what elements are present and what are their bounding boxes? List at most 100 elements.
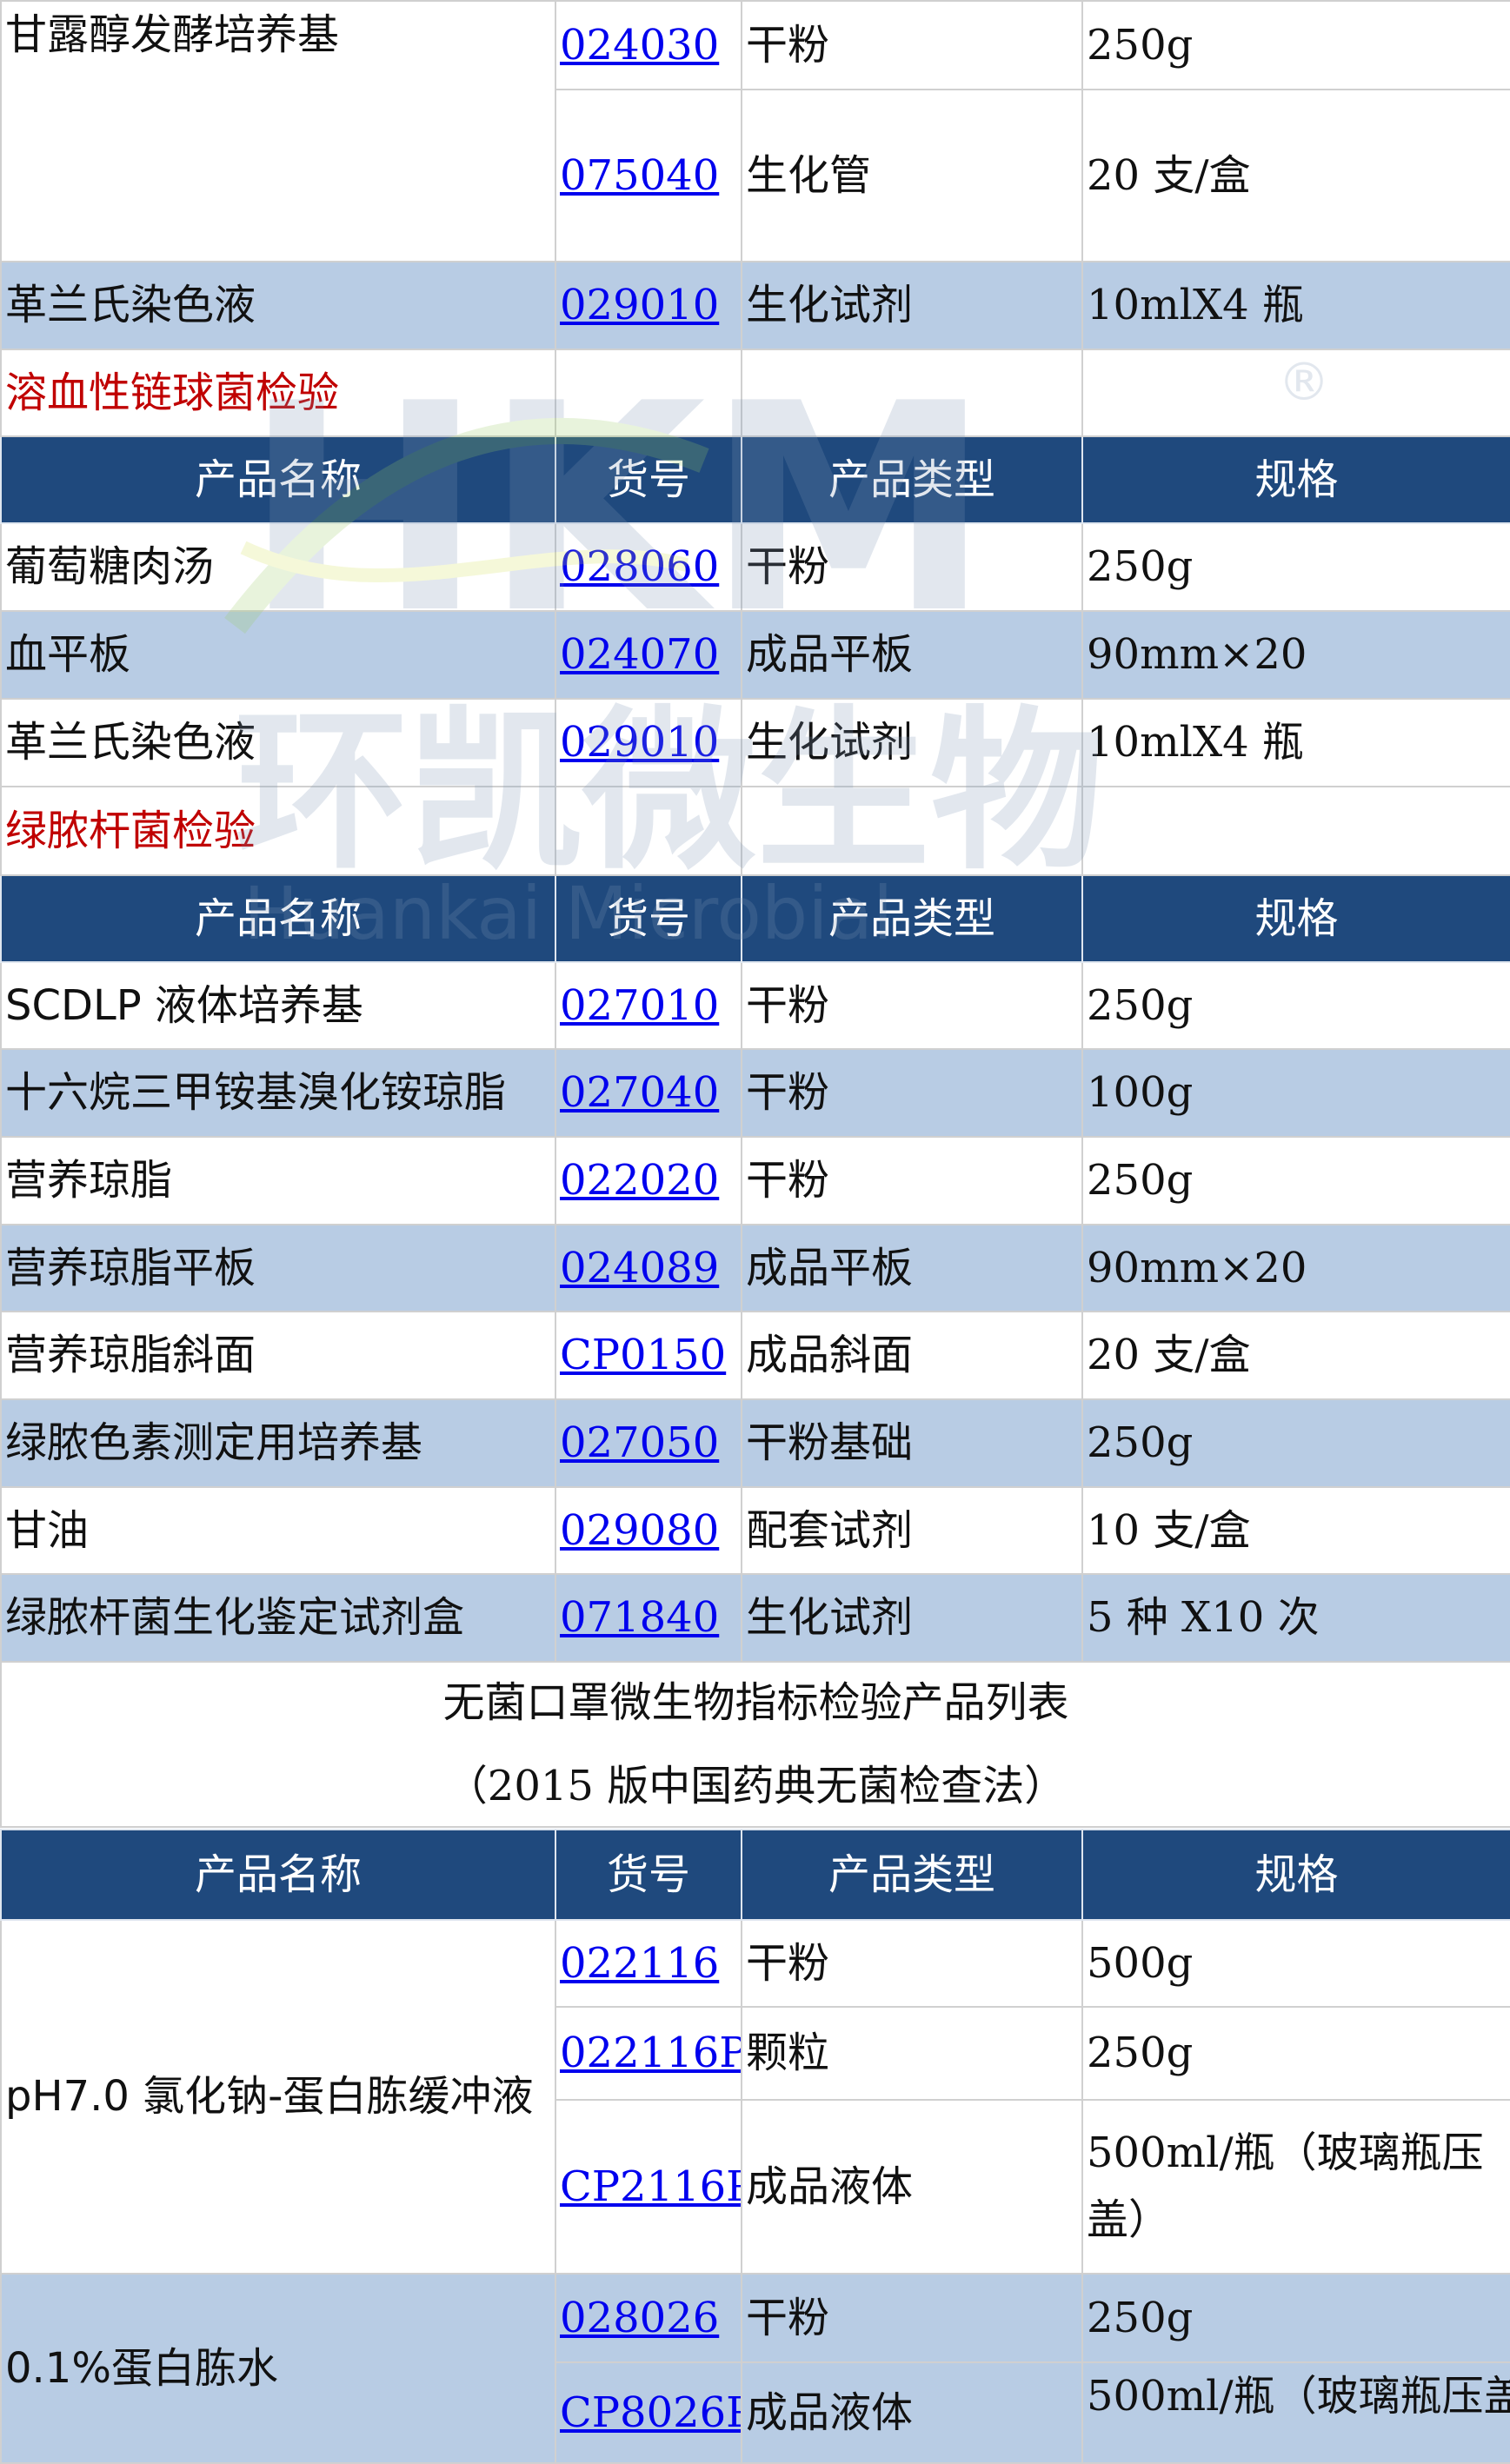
header-spec: 规格	[1081, 874, 1510, 963]
table-row: 0.1%蛋白胨水 028026 干粉 250g	[0, 2273, 1510, 2464]
sterile-mask-table: 产品名称 货号 产品类型 规格 pH7.0 氯化钠-蛋白胨缓冲液 022116 …	[0, 1829, 1510, 2464]
product-name: SCDLP 液体培养基	[0, 961, 556, 1050]
product-type: 干粉	[741, 1048, 1083, 1138]
product-spec: 10 支/盒	[1081, 1486, 1510, 1575]
table-row: 十六烷三甲铵基溴化铵琼脂 027040 干粉 100g	[0, 1048, 1510, 1138]
product-type: 成品斜面	[741, 1311, 1083, 1400]
product-code-cell: 022020	[555, 1136, 742, 1225]
section-row: 溶血性链球菌检验	[0, 349, 1510, 437]
product-name: 甘油	[0, 1486, 556, 1575]
product-spec: 250g	[1081, 2273, 1510, 2363]
product-code-link[interactable]: 027040	[560, 1068, 719, 1117]
product-name: 十六烷三甲铵基溴化铵琼脂	[0, 1048, 556, 1138]
product-type: 干粉	[741, 2273, 1083, 2363]
product-code-cell: 027010	[555, 961, 742, 1050]
product-code-link[interactable]: 075040	[560, 151, 719, 200]
header-type: 产品类型	[741, 435, 1083, 524]
product-spec: 10mlX4 瓶	[1081, 698, 1510, 787]
product-code-cell: CP8026P1	[555, 2361, 742, 2464]
product-code-cell: 075040	[555, 89, 742, 262]
table-row: 甘油 029080 配套试剂 10 支/盒	[0, 1486, 1510, 1575]
product-type: 颗粒	[741, 2006, 1083, 2101]
header-spec: 规格	[1081, 1829, 1510, 1921]
header-type: 产品类型	[741, 874, 1083, 963]
product-code-cell: 027050	[555, 1398, 742, 1488]
empty-cell	[1081, 786, 1510, 876]
product-code-cell: 024070	[555, 610, 742, 700]
header-type: 产品类型	[741, 1829, 1083, 1921]
product-code-link[interactable]: 024030	[560, 21, 719, 70]
table-row: 绿脓杆菌生化鉴定试剂盒 071840 生化试剂 5 种 X10 次	[0, 1573, 1510, 1663]
product-code-link[interactable]: 027010	[560, 981, 719, 1030]
product-code-cell: CP0150	[555, 1311, 742, 1400]
product-code-link[interactable]: CP8026P1	[560, 2388, 740, 2437]
product-name: 革兰氏染色液	[0, 698, 556, 787]
product-code-link[interactable]: 029010	[560, 281, 719, 329]
product-code-link[interactable]: 029010	[560, 718, 719, 767]
header-code: 货号	[555, 1829, 742, 1921]
product-type: 成品平板	[741, 610, 1083, 700]
header-row: 产品名称 货号 产品类型 规格	[0, 435, 1510, 524]
product-code-link[interactable]: 028060	[560, 542, 719, 591]
table-row: 甘露醇发酵培养基 024030 干粉 250g	[0, 0, 1510, 262]
product-spec: 5 种 X10 次	[1081, 1573, 1510, 1663]
product-type: 成品液体	[741, 2361, 1083, 2464]
product-type: 干粉	[741, 0, 1083, 90]
product-code-link[interactable]: 027050	[560, 1418, 719, 1467]
product-spec: 250g	[1081, 1136, 1510, 1225]
product-type: 生化试剂	[741, 698, 1083, 787]
product-spec: 500g	[1081, 1919, 1510, 2008]
product-name: 绿脓色素测定用培养基	[0, 1398, 556, 1488]
empty-cell	[555, 786, 742, 876]
product-type: 成品液体	[741, 2099, 1083, 2275]
product-spec: 250g	[1081, 1398, 1510, 1488]
product-type: 干粉	[741, 1919, 1083, 2008]
list-subtitle: （2015 版中国药典无菌检查法）	[445, 1762, 1067, 1810]
product-spec: 90mm×20	[1081, 1224, 1510, 1312]
product-type: 干粉	[741, 1136, 1083, 1225]
product-name: 革兰氏染色液	[0, 261, 556, 350]
header-code: 货号	[555, 874, 742, 963]
product-code-cell: 027040	[555, 1048, 742, 1138]
product-code-link[interactable]: 022116	[560, 1939, 719, 1988]
product-name: 甘露醇发酵培养基	[0, 0, 556, 262]
product-spec: 10mlX4 瓶	[1081, 261, 1510, 350]
product-code-link[interactable]: 022020	[560, 1156, 719, 1205]
product-code-link[interactable]: 028026	[560, 2294, 719, 2342]
product-name: pH7.0 氯化钠-蛋白胨缓冲液	[0, 1919, 556, 2275]
product-code-link[interactable]: CP0150	[560, 1331, 726, 1379]
product-name: 营养琼脂	[0, 1136, 556, 1225]
product-code-link[interactable]: 024089	[560, 1244, 719, 1292]
product-code-cell: 022116P1	[555, 2006, 742, 2101]
product-code-link[interactable]: 071840	[560, 1593, 719, 1642]
product-name: 绿脓杆菌生化鉴定试剂盒	[0, 1573, 556, 1663]
product-spec: 20 支/盒	[1081, 89, 1510, 262]
product-type: 成品平板	[741, 1224, 1083, 1312]
product-code-link[interactable]: 029080	[560, 1506, 719, 1555]
empty-cell	[1081, 349, 1510, 437]
table-row: 绿脓色素测定用培养基 027050 干粉基础 250g	[0, 1398, 1510, 1488]
product-code-cell: 028060	[555, 522, 742, 612]
product-code-cell: 022116	[555, 1919, 742, 2008]
product-type: 干粉	[741, 961, 1083, 1050]
product-code-cell: 071840	[555, 1573, 742, 1663]
table-row: 营养琼脂平板 024089 成品平板 90mm×20	[0, 1224, 1510, 1312]
product-name: 血平板	[0, 610, 556, 700]
product-type: 生化管	[741, 89, 1083, 262]
product-spec: 100g	[1081, 1048, 1510, 1138]
table-row: SCDLP 液体培养基 027010 干粉 250g	[0, 961, 1510, 1050]
product-code-cell: 024030	[555, 0, 742, 90]
header-product-name: 产品名称	[0, 435, 556, 524]
product-spec: 500ml/瓶（玻璃瓶压盖）	[1081, 2361, 1510, 2464]
product-code-link[interactable]: CP2116P4	[560, 2162, 740, 2211]
product-spec: 250g	[1081, 961, 1510, 1050]
header-row: 产品名称 货号 产品类型 规格	[0, 1829, 1510, 1921]
header-spec: 规格	[1081, 435, 1510, 524]
table-row: 血平板 024070 成品平板 90mm×20	[0, 610, 1510, 700]
product-code-link[interactable]: 024070	[560, 630, 719, 679]
empty-cell	[741, 786, 1083, 876]
product-spec: 90mm×20	[1081, 610, 1510, 700]
product-code-link[interactable]: 022116P1	[560, 2029, 740, 2077]
product-spec: 250g	[1081, 522, 1510, 612]
product-type: 配套试剂	[741, 1486, 1083, 1575]
